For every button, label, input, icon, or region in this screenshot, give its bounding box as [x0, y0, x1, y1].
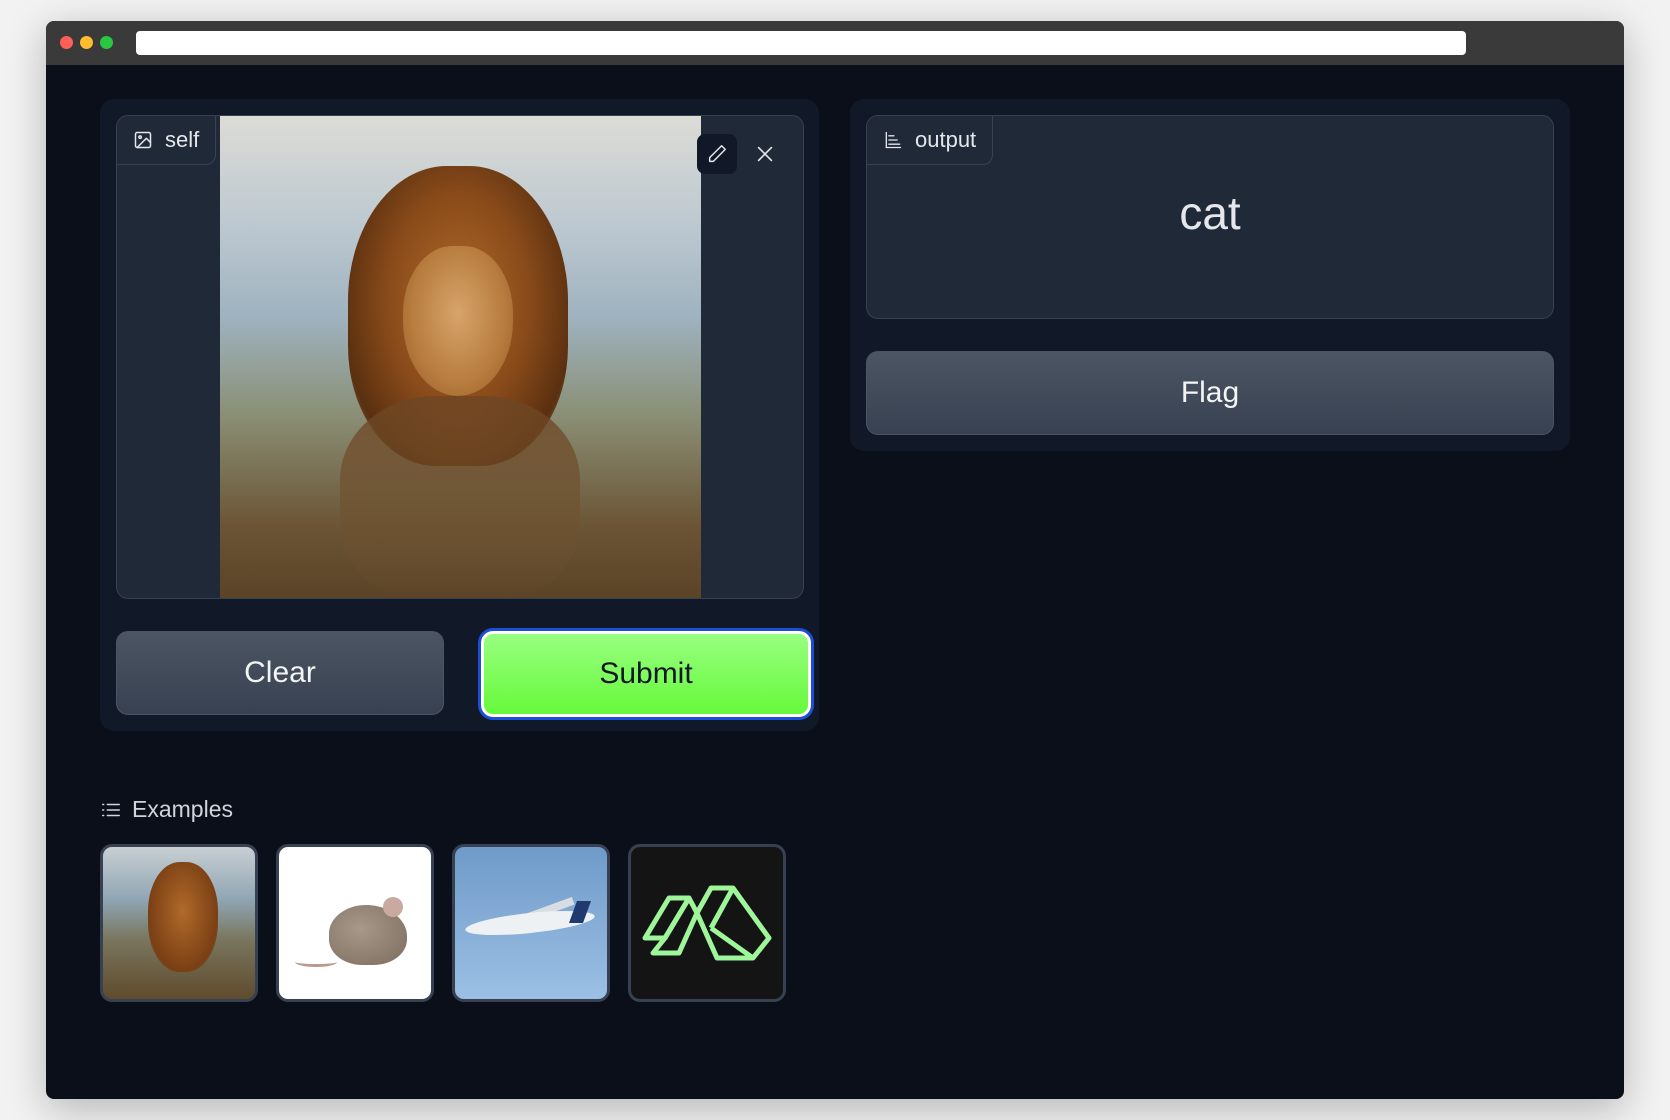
minimize-window-dot[interactable]: [80, 36, 93, 49]
examples-gallery: [100, 844, 786, 1002]
example-airplane[interactable]: [452, 844, 610, 1002]
examples-header: Examples: [100, 796, 233, 823]
flag-button[interactable]: Flag: [866, 351, 1554, 435]
examples-header-text: Examples: [132, 796, 233, 822]
predicted-label: cat: [1179, 187, 1241, 239]
close-icon: [757, 146, 773, 162]
image-input-label: self: [117, 116, 217, 165]
logo-icon: [642, 885, 772, 961]
output-panel: output cat Flag: [850, 99, 1570, 451]
list-icon: [102, 803, 120, 816]
edit-button[interactable]: [697, 134, 737, 174]
image-input[interactable]: self: [116, 115, 804, 599]
image-icon: [134, 131, 152, 149]
maximize-window-dot[interactable]: [100, 36, 113, 49]
bar-chart-icon: [885, 131, 902, 149]
example-logo[interactable]: [628, 844, 786, 1002]
example-lion[interactable]: [100, 844, 258, 1002]
address-bar[interactable]: [136, 31, 1466, 55]
close-window-dot[interactable]: [60, 36, 73, 49]
output-label-box: output cat: [866, 115, 1554, 319]
submit-button[interactable]: Submit: [481, 631, 811, 717]
output-label: output: [867, 116, 994, 165]
edit-icon: [708, 145, 726, 163]
input-panel: self Clear Submit: [100, 99, 819, 731]
browser-window: self Clear Submit output cat Flag Exampl…: [46, 21, 1624, 1099]
title-bar: [46, 21, 1624, 65]
uploaded-image: [220, 116, 701, 598]
clear-button[interactable]: Clear: [116, 631, 444, 715]
clear-image-button[interactable]: [745, 134, 785, 174]
output-label-text: output: [915, 127, 977, 152]
example-mouse[interactable]: [276, 844, 434, 1002]
image-input-label-text: self: [165, 127, 200, 152]
